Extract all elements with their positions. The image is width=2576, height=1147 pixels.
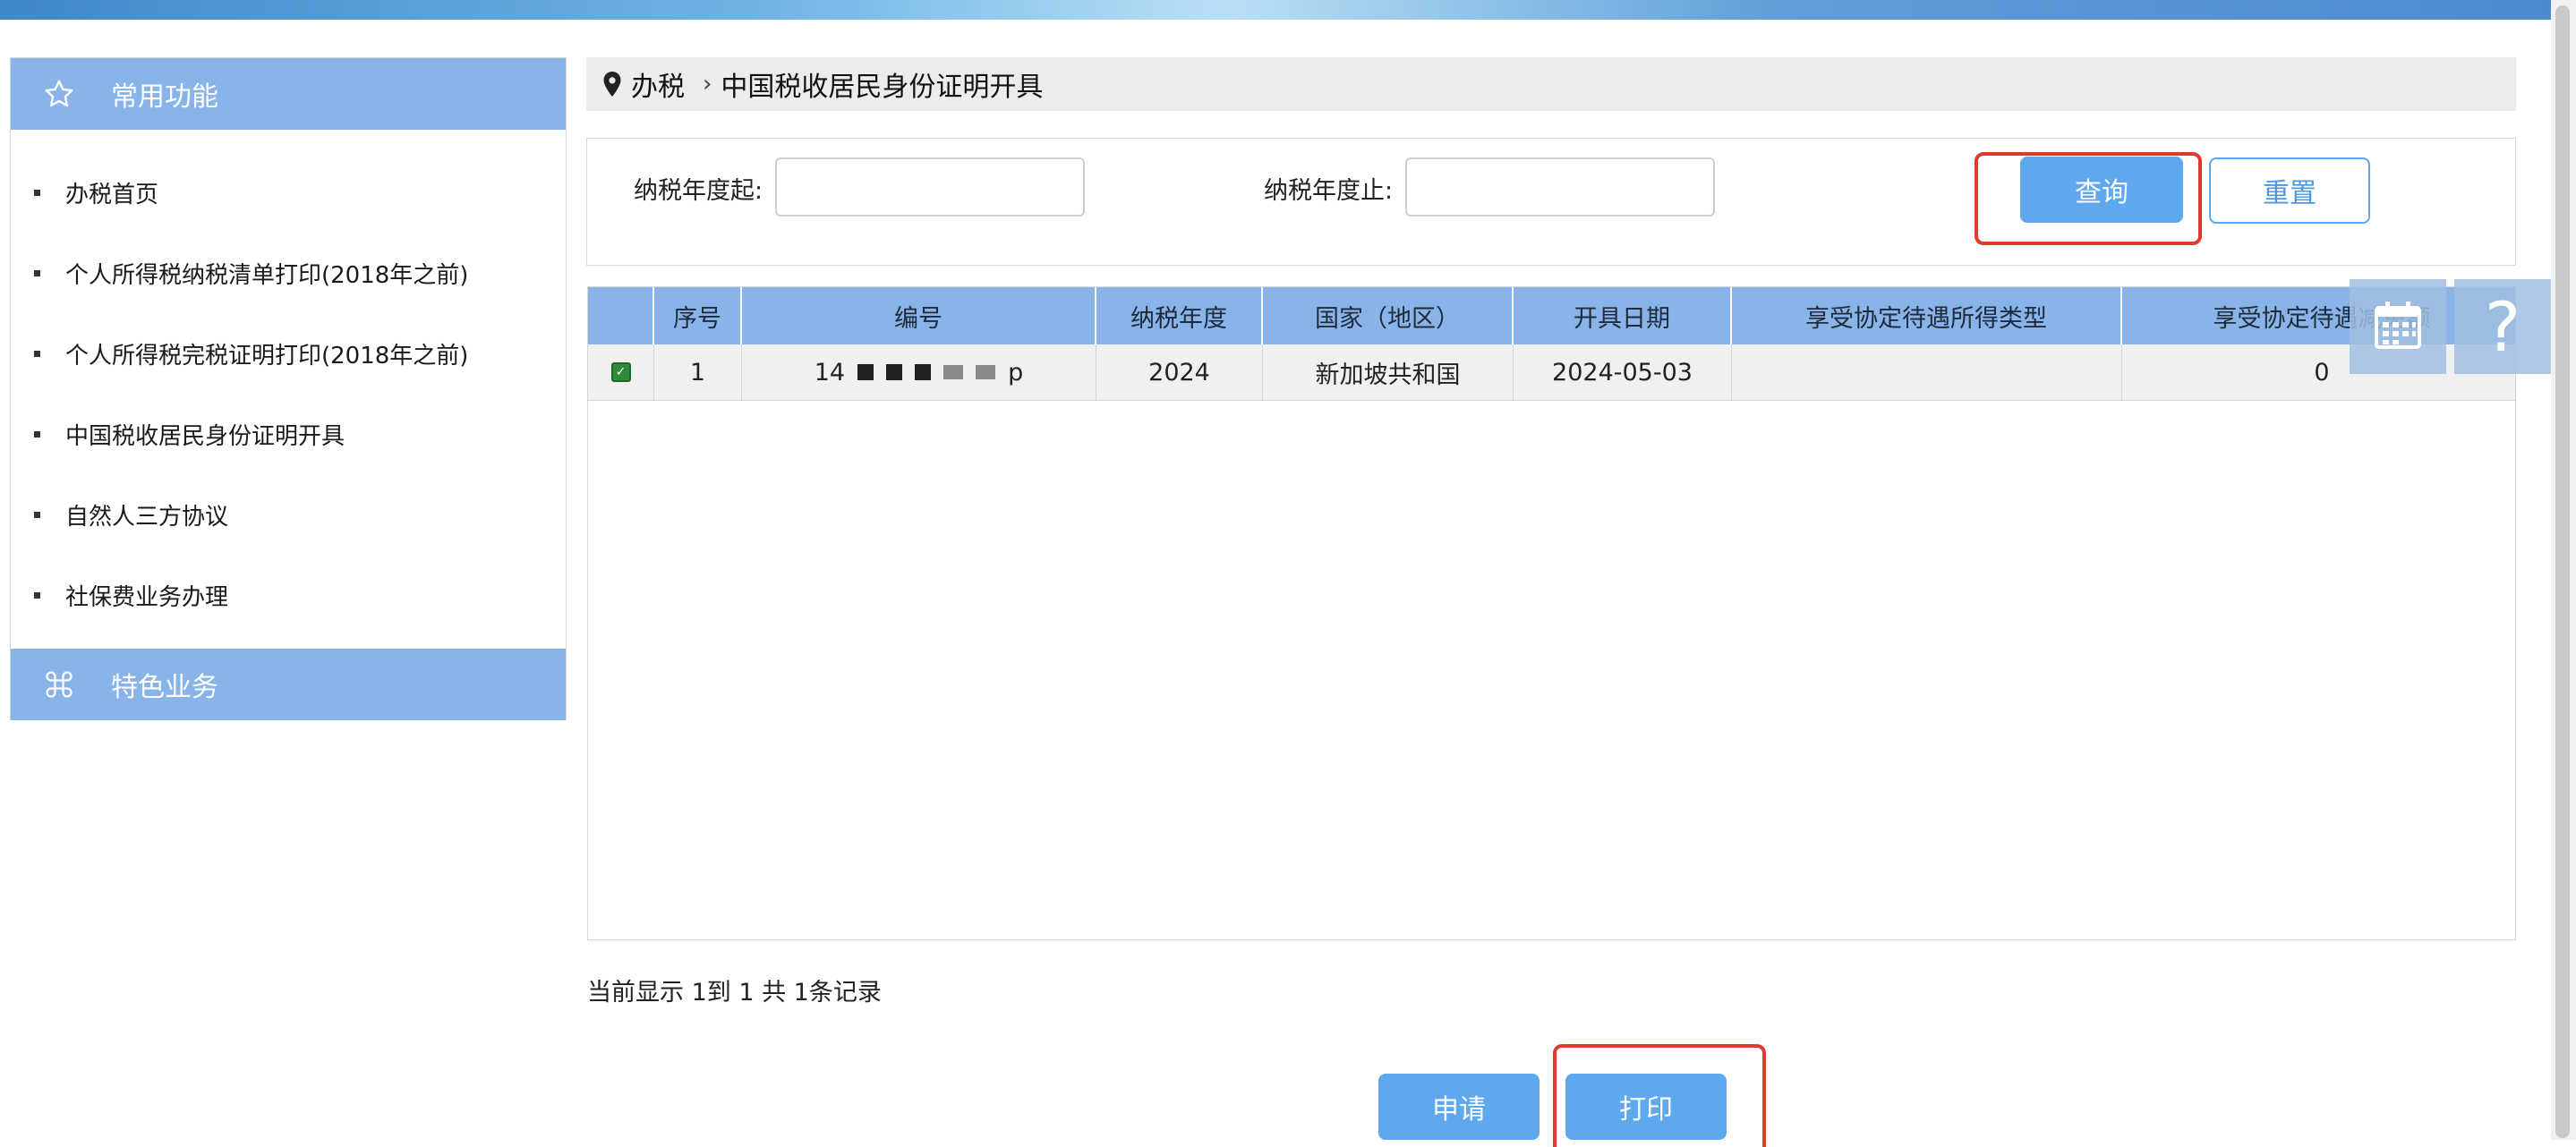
year-to-input[interactable] bbox=[1405, 157, 1715, 217]
sidebar-item-social-security[interactable]: 社保费业务办理 bbox=[34, 577, 228, 613]
header-number: 编号 bbox=[742, 287, 1096, 344]
header-index: 序号 bbox=[654, 287, 742, 344]
year-from-label: 纳税年度起: bbox=[634, 177, 763, 205]
breadcrumb-current: 中国税收居民身份证明开具 bbox=[721, 72, 1044, 103]
help-tool[interactable]: ? bbox=[2454, 279, 2551, 374]
sidebar-item-label: 中国税收居民身份证明开具 bbox=[65, 422, 345, 450]
header-income-type: 享受协定待遇所得类型 bbox=[1732, 287, 2122, 344]
bullet-icon bbox=[34, 591, 40, 599]
table-header: 序号 编号 纳税年度 国家（地区） 开具日期 享受协定待遇所得类型 享受协定待遇… bbox=[588, 287, 2515, 344]
apply-button[interactable]: 申请 bbox=[1378, 1074, 1540, 1140]
sidebar: 常用功能 办税首页 个人所得税纳税清单打印(2018年之前) 个人所得税完税证明… bbox=[10, 57, 567, 720]
bullet-icon bbox=[34, 350, 40, 357]
sidebar-section-special[interactable]: 特色业务 bbox=[11, 649, 566, 720]
redaction-mark bbox=[943, 365, 964, 379]
sidebar-item-label: 社保费业务办理 bbox=[65, 583, 229, 611]
bullet-icon bbox=[34, 189, 40, 196]
sidebar-item-label: 办税首页 bbox=[65, 181, 159, 208]
cell-issue-date: 2024-05-03 bbox=[1514, 344, 1732, 400]
record-summary: 当前显示 1到 1 共 1条记录 bbox=[587, 979, 882, 1007]
breadcrumb: 办税 › 中国税收居民身份证明开具 bbox=[586, 57, 2516, 111]
highlight-print-annotation bbox=[1553, 1044, 1766, 1147]
redaction-mark bbox=[976, 365, 996, 379]
sidebar-item-home[interactable]: 办税首页 bbox=[34, 174, 158, 210]
sidebar-item-label: 个人所得税纳税清单打印(2018年之前) bbox=[65, 261, 469, 289]
highlight-query-annotation bbox=[1975, 152, 2202, 245]
row-checkbox[interactable]: ✓ bbox=[588, 344, 654, 400]
number-prefix: 14 bbox=[814, 358, 846, 387]
redaction-mark bbox=[915, 364, 932, 380]
cell-index: 1 bbox=[654, 344, 742, 400]
header-select bbox=[588, 287, 654, 344]
checkmark-icon: ✓ bbox=[610, 362, 631, 382]
table-row[interactable]: ✓ 1 14 p 2024 新加坡共和国 2024-05-03 0 bbox=[588, 344, 2515, 401]
breadcrumb-root[interactable]: 办税 bbox=[631, 64, 685, 104]
calendar-tool[interactable] bbox=[2350, 279, 2446, 374]
redacted-number: 14 p bbox=[815, 359, 1024, 387]
bullet-icon bbox=[34, 511, 40, 518]
year-from-input[interactable] bbox=[775, 157, 1085, 217]
header-country: 国家（地区） bbox=[1263, 287, 1514, 344]
help-icon: ? bbox=[2484, 286, 2521, 367]
breadcrumb-separator: › bbox=[703, 71, 712, 98]
cell-income-type bbox=[1732, 344, 2122, 400]
top-banner bbox=[0, 0, 2551, 20]
results-table: 序号 编号 纳税年度 国家（地区） 开具日期 享受协定待遇所得类型 享受协定待遇… bbox=[587, 286, 2516, 940]
calendar-icon bbox=[2373, 299, 2423, 354]
star-icon bbox=[41, 76, 77, 112]
reset-button[interactable]: 重置 bbox=[2209, 157, 2370, 224]
bullet-icon bbox=[34, 269, 40, 276]
scrollbar-thumb[interactable] bbox=[2555, 5, 2570, 1138]
sidebar-section-title: 特色业务 bbox=[111, 672, 218, 703]
cell-country: 新加坡共和国 bbox=[1263, 344, 1514, 400]
redaction-mark bbox=[886, 364, 903, 380]
year-to-label: 纳税年度止: bbox=[1264, 177, 1394, 205]
command-icon bbox=[41, 667, 77, 702]
sidebar-item-tax-certificate-print[interactable]: 个人所得税完税证明打印(2018年之前) bbox=[34, 336, 468, 371]
bullet-icon bbox=[34, 430, 40, 438]
location-pin-icon bbox=[602, 71, 622, 98]
number-suffix: p bbox=[1008, 358, 1024, 387]
sidebar-item-label: 个人所得税完税证明打印(2018年之前) bbox=[65, 342, 469, 370]
cell-number: 14 p bbox=[742, 344, 1096, 400]
redaction-mark bbox=[857, 364, 874, 380]
cell-tax-year: 2024 bbox=[1096, 344, 1263, 400]
sidebar-section-title: 常用功能 bbox=[111, 81, 218, 113]
sidebar-section-common[interactable]: 常用功能 bbox=[11, 58, 566, 130]
header-tax-year: 纳税年度 bbox=[1096, 287, 1263, 344]
sidebar-item-tripartite-agreement[interactable]: 自然人三方协议 bbox=[34, 497, 228, 532]
sidebar-item-label: 自然人三方协议 bbox=[65, 503, 229, 531]
sidebar-item-residency-certificate[interactable]: 中国税收居民身份证明开具 bbox=[34, 416, 345, 452]
header-issue-date: 开具日期 bbox=[1514, 287, 1732, 344]
sidebar-item-tax-list-print[interactable]: 个人所得税纳税清单打印(2018年之前) bbox=[34, 255, 468, 291]
